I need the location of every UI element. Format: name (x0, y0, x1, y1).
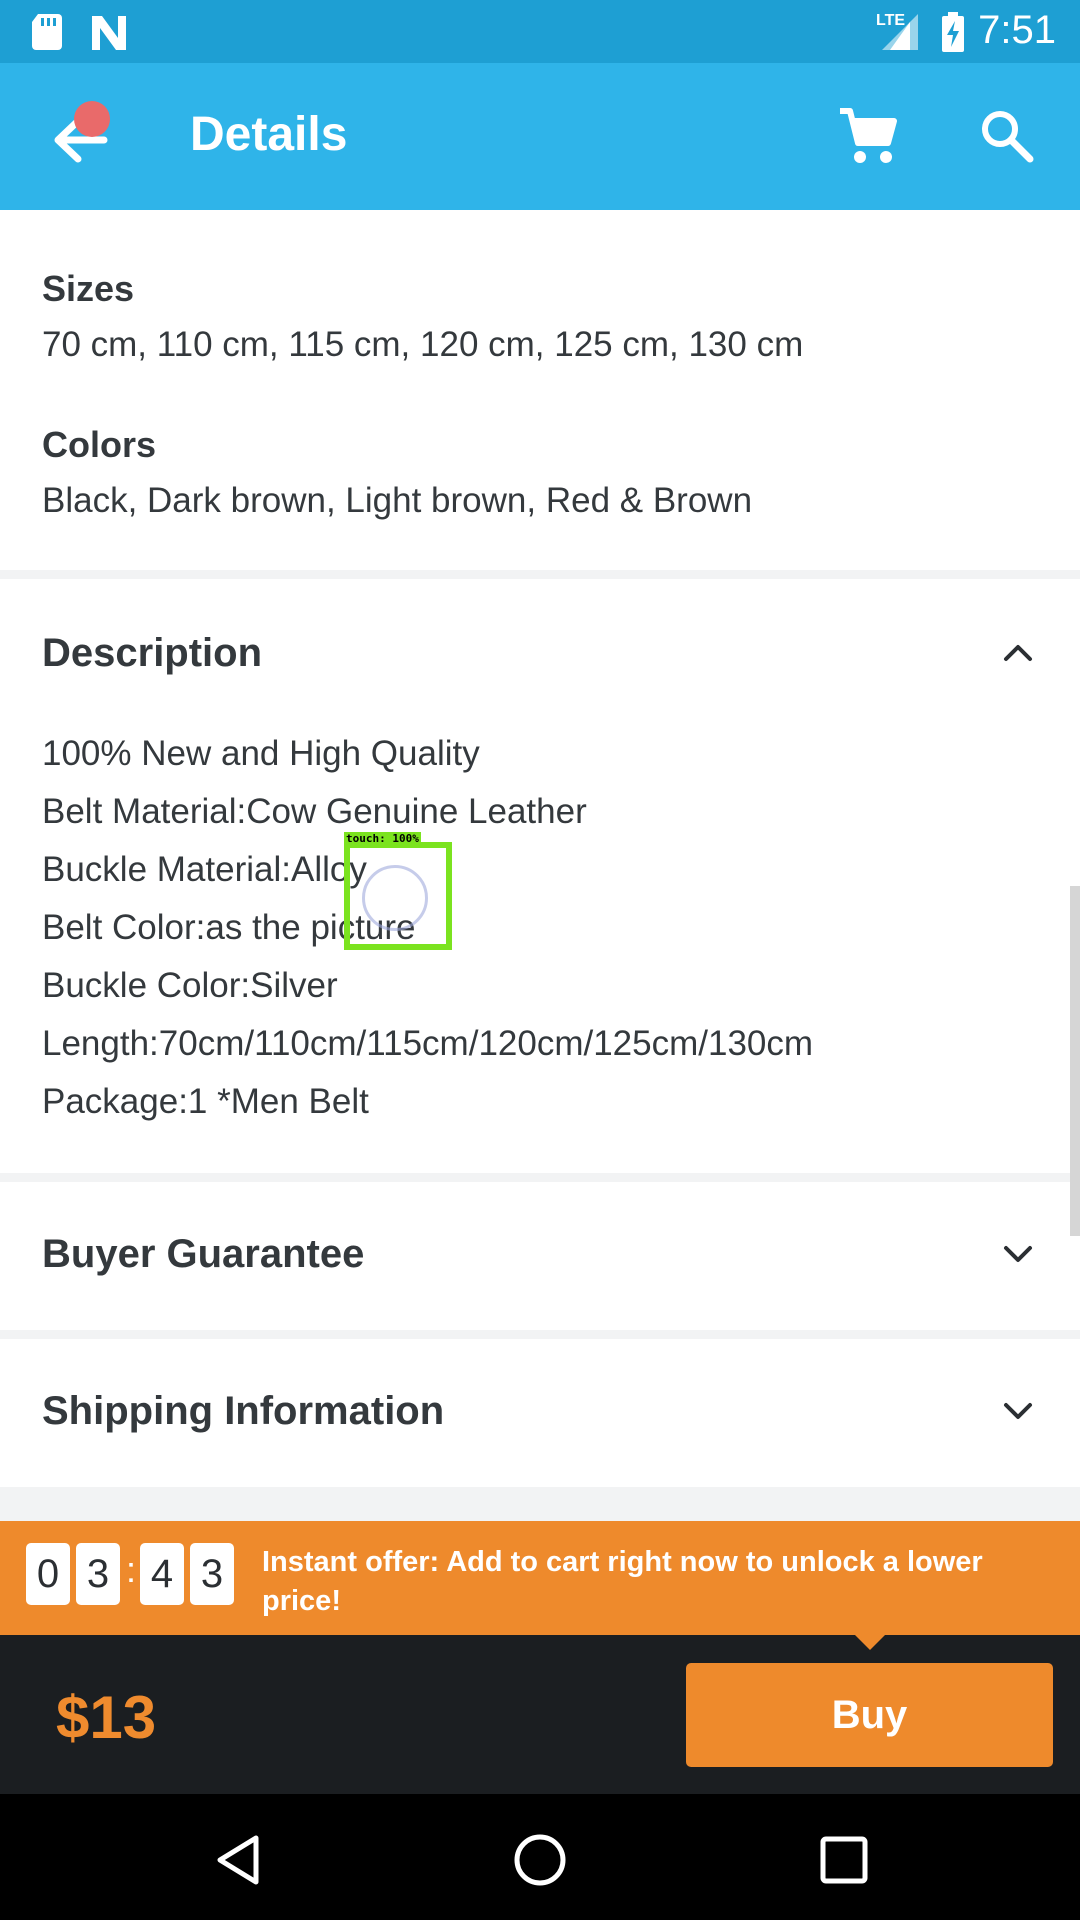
timer-digit: 4 (140, 1543, 184, 1605)
offer-pointer (854, 1634, 886, 1650)
search-icon[interactable] (978, 107, 1034, 163)
description-section: Description 100% New and High Quality Be… (0, 579, 1080, 1173)
recents-nav-icon[interactable] (814, 1830, 874, 1890)
section-divider (0, 1173, 1080, 1182)
description-line: Buckle Color:Silver (42, 966, 338, 1005)
timer-separator: : (126, 1549, 137, 1590)
buyer-guarantee-title: Buyer Guarantee (42, 1232, 365, 1276)
buyer-guarantee-section[interactable]: Buyer Guarantee (0, 1182, 1080, 1330)
signal-icon (882, 14, 918, 50)
chevron-down-icon (1004, 1246, 1032, 1262)
sd-card-icon (32, 14, 62, 50)
chevron-down-icon (1004, 1403, 1032, 1419)
scrollbar[interactable] (1070, 886, 1080, 1236)
timer-digit: 3 (190, 1543, 234, 1605)
notification-dot (74, 101, 110, 137)
description-line: Package:1 *Men Belt (42, 1082, 369, 1121)
clock: 7:51 (978, 8, 1056, 52)
home-nav-icon[interactable] (510, 1830, 570, 1890)
sizes-value: 70 cm, 110 cm, 115 cm, 120 cm, 125 cm, 1… (42, 325, 804, 364)
chevron-up-icon (1004, 645, 1032, 661)
app-bar: Details (0, 63, 1080, 210)
section-divider (0, 570, 1080, 579)
offer-text: Instant offer: Add to cart right now to … (262, 1546, 983, 1617)
timer-digit: 3 (76, 1543, 120, 1605)
status-bar: LTE 7:51 (0, 0, 1080, 63)
shipping-section[interactable]: Shipping Information (0, 1339, 1080, 1487)
n-notification-icon (92, 16, 126, 50)
specs-section: Sizes 70 cm, 110 cm, 115 cm, 120 cm, 125… (0, 210, 1080, 570)
description-line: 100% New and High Quality (42, 734, 480, 773)
system-nav-bar (0, 1794, 1080, 1920)
description-line: Buckle Material:Alloy (42, 850, 367, 889)
description-title: Description (42, 631, 263, 675)
description-line: Length:70cm/110cm/115cm/120cm/125cm/130c… (42, 1024, 814, 1063)
colors-value: Black, Dark brown, Light brown, Red & Br… (42, 481, 753, 520)
instant-offer-banner[interactable]: 0 3 : 4 3 Instant offer: Add to cart rig… (0, 1521, 1080, 1635)
colors-label: Colors (42, 424, 157, 465)
page-title: Details (190, 108, 348, 161)
purchase-bar: $13 Buy (0, 1635, 1080, 1794)
cart-icon[interactable] (836, 103, 900, 167)
touch-label: touch: 100% (344, 832, 421, 845)
price: $13 (56, 1684, 157, 1751)
touch-highlight-box (344, 842, 452, 950)
back-nav-icon[interactable] (208, 1830, 268, 1890)
section-divider (0, 1330, 1080, 1339)
section-divider (0, 1487, 1080, 1521)
sizes-label: Sizes (42, 268, 135, 309)
description-line: Belt Material:Cow Genuine Leather (42, 792, 587, 831)
description-header[interactable]: Description (0, 579, 1080, 729)
shipping-title: Shipping Information (42, 1389, 445, 1433)
timer-digit: 0 (26, 1543, 70, 1605)
battery-charging-icon (942, 12, 964, 52)
buy-button[interactable]: Buy (686, 1663, 1053, 1767)
